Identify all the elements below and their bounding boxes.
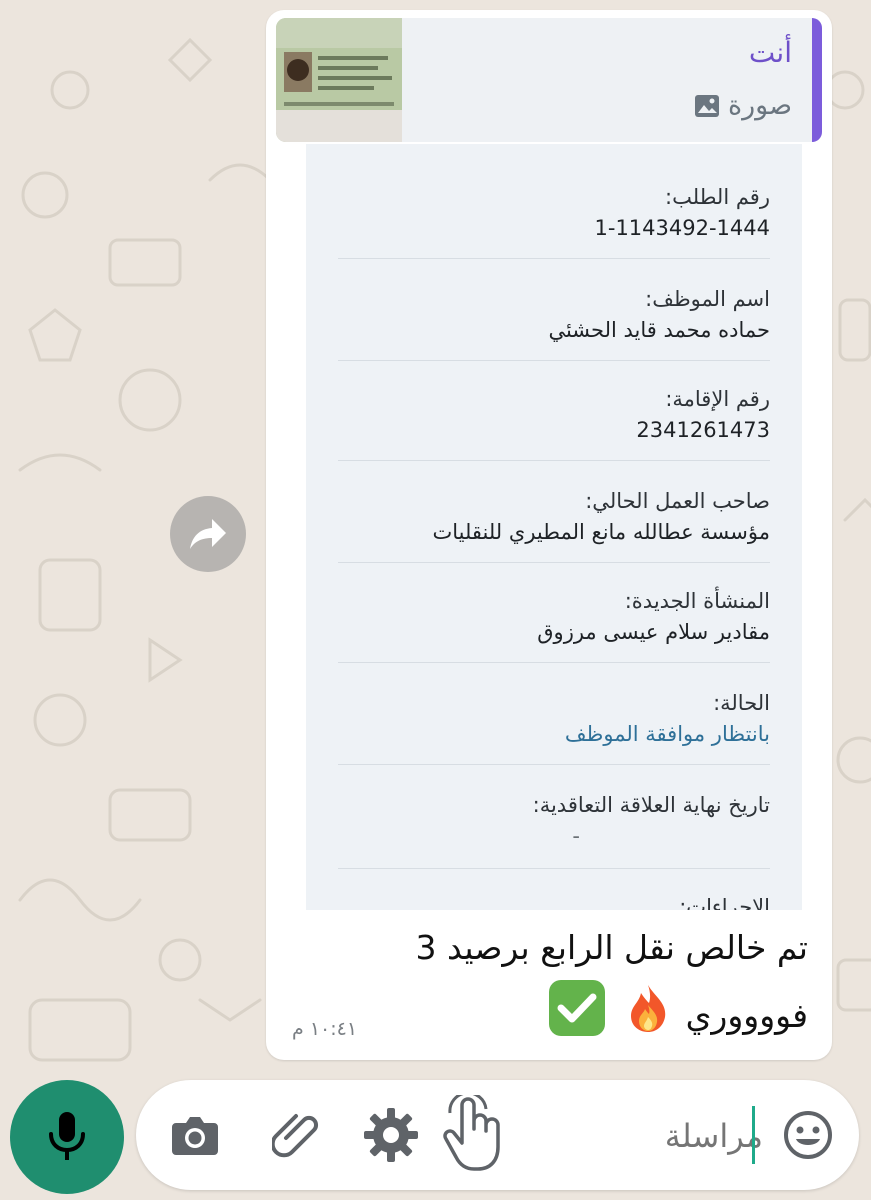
image-icon: [694, 94, 720, 118]
voice-message-button[interactable]: [10, 1080, 124, 1194]
divider: [338, 562, 770, 563]
current-employer-field: صاحب العمل الحالي: مؤسسة عطالله مانع الم…: [338, 486, 770, 548]
quoted-image-thumbnail: [276, 18, 402, 142]
field-label: الإجراءات:: [679, 895, 770, 910]
divider: [338, 460, 770, 461]
new-establishment-field: المنشأة الجديدة: مقادير سلام عيسى مرزوق: [338, 586, 770, 648]
actions-field: الإجراءات:: [338, 892, 770, 910]
message-bubble[interactable]: أنت صورة رقم الطلب: 1-1143492-1444 اسم ا…: [266, 10, 832, 1060]
field-label: صاحب العمل الحالي:: [585, 489, 770, 513]
fire-emoji-icon: [625, 983, 671, 1052]
field-value: مقادير سلام عيسى مرزوق: [537, 620, 770, 644]
employee-name-field: اسم الموظف: حماده محمد قايد الحشئي: [338, 284, 770, 346]
message-composer: [136, 1080, 859, 1190]
message-timestamp: ١٠:٤١ م: [292, 1018, 358, 1040]
quoted-type-label: صورة: [727, 90, 792, 121]
settings-button[interactable]: [362, 1106, 420, 1164]
status-value: بانتظار موافقة الموظف: [564, 722, 770, 746]
microphone-icon: [49, 1112, 85, 1160]
iqama-number-field: رقم الإقامة: 2341261473: [338, 384, 770, 446]
divider: [338, 662, 770, 663]
message-line-2-row: فووووري: [288, 978, 808, 1057]
divider: [338, 764, 770, 765]
forward-button[interactable]: [170, 496, 246, 572]
quoted-type: صورة: [694, 90, 792, 121]
gear-icon: [364, 1108, 418, 1162]
message-line-1: تم خالص نقل الرابع برصيد 3: [415, 928, 808, 967]
field-label: الحالة:: [713, 691, 770, 715]
divider: [338, 258, 770, 259]
text-caret: [752, 1106, 755, 1164]
emoji-button[interactable]: [779, 1106, 837, 1164]
field-label: اسم الموظف:: [645, 287, 770, 311]
emoji-icon: [784, 1111, 832, 1159]
field-value: -: [572, 824, 580, 848]
field-label: المنشأة الجديدة:: [624, 589, 770, 613]
message-line-2: فووووري: [685, 996, 808, 1035]
quoted-author: أنت: [748, 36, 792, 69]
attach-button[interactable]: [270, 1106, 328, 1164]
camera-button[interactable]: [166, 1106, 224, 1164]
field-value: حماده محمد قايد الحشئي: [548, 318, 770, 342]
message-input[interactable]: [481, 1102, 765, 1170]
quoted-message[interactable]: أنت صورة: [276, 18, 822, 142]
divider: [338, 868, 770, 869]
contract-end-date-field: تاريخ نهاية العلاقة التعاقدية: -: [338, 790, 770, 852]
message-text: تم خالص نقل الرابع برصيد 3 فووووري: [288, 918, 808, 1057]
status-field: الحالة: بانتظار موافقة الموظف: [338, 688, 770, 750]
check-mark-emoji-icon: [547, 978, 607, 1057]
field-value: 2341261473: [636, 418, 770, 442]
field-label: تاريخ نهاية العلاقة التعاقدية:: [532, 793, 770, 817]
transfer-request-card: رقم الطلب: 1-1143492-1444 اسم الموظف: حم…: [306, 144, 802, 910]
quote-accent-bar: [812, 18, 822, 142]
field-label: رقم الإقامة:: [665, 387, 770, 411]
forward-arrow-icon: [190, 519, 226, 549]
camera-icon: [172, 1117, 218, 1155]
divider: [338, 360, 770, 361]
field-value: 1-1143492-1444: [594, 216, 771, 240]
field-value: مؤسسة عطالله مانع المطيري للنقليات: [432, 520, 770, 544]
paperclip-icon: [272, 1114, 319, 1158]
request-number-field: رقم الطلب: 1-1143492-1444: [338, 182, 771, 244]
field-label: رقم الطلب:: [665, 185, 770, 209]
